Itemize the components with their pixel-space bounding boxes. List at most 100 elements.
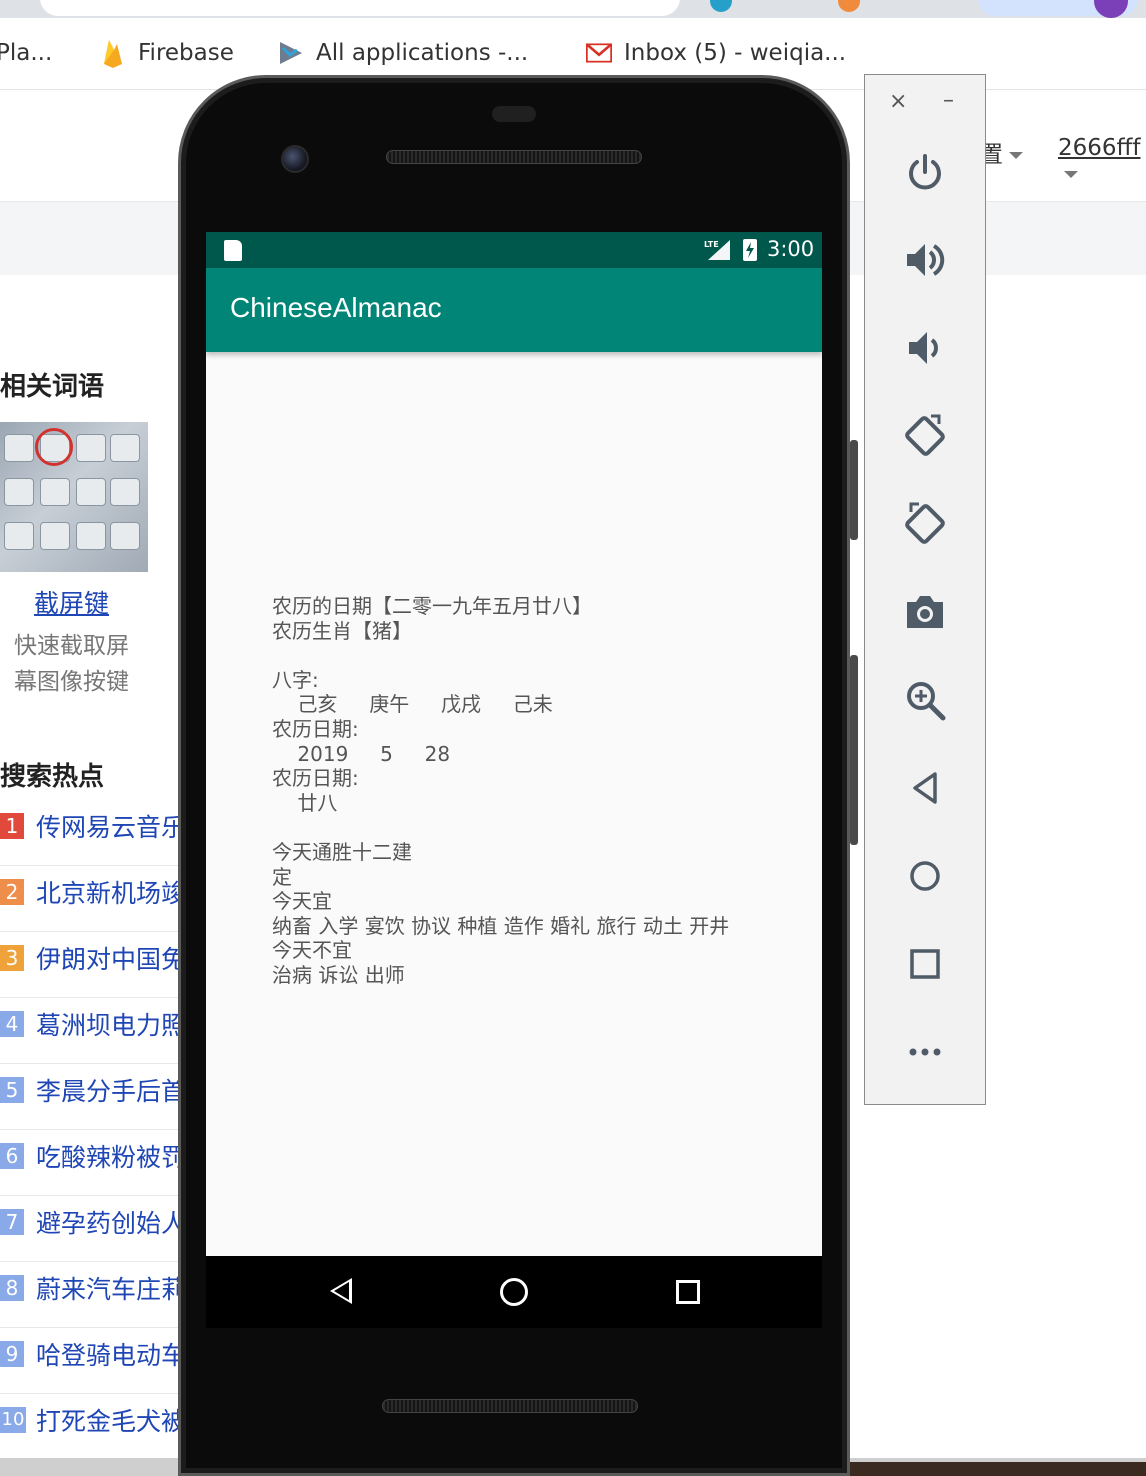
rotate-left-button[interactable] xyxy=(900,411,950,461)
app-title: ChineseAlmanac xyxy=(230,292,442,323)
bookmark-play[interactable]: Pla... xyxy=(0,38,52,68)
back-button[interactable] xyxy=(900,763,950,813)
list-item[interactable]: 10 打死金毛犬被 xyxy=(0,1394,186,1460)
chevron-down-icon xyxy=(1064,171,1078,178)
list-item[interactable]: 7 避孕药创始人 xyxy=(0,1196,186,1262)
bookmark-inbox[interactable]: Inbox (5) - weiqia... xyxy=(586,38,846,68)
sd-card-icon xyxy=(224,240,242,261)
overview-icon xyxy=(910,949,940,979)
home-button[interactable] xyxy=(900,851,950,901)
list-item[interactable]: 2 北京新机场竣 xyxy=(0,866,186,932)
status-bar: LTE 3:00 xyxy=(206,232,822,268)
list-item[interactable]: 3 伊朗对中国免 xyxy=(0,932,186,998)
username-label: 2666fff xyxy=(1058,135,1141,161)
nav-overview-icon[interactable] xyxy=(676,1280,700,1304)
almanac-text: 农历的日期【二零一九年五月廿八】 农历生肖【猪】 八字: 己亥 庚午 戊戌 己未… xyxy=(272,594,730,987)
gmail-icon xyxy=(586,40,612,66)
top-speaker xyxy=(386,150,642,164)
firebase-icon xyxy=(100,40,126,68)
bookmark-label: All applications -... xyxy=(316,40,529,66)
related-thumbnail[interactable] xyxy=(0,422,148,572)
overview-button[interactable] xyxy=(900,939,950,989)
home-icon xyxy=(910,861,940,891)
side-button[interactable] xyxy=(850,440,858,540)
bookmark-firebase[interactable]: Firebase xyxy=(100,38,234,68)
list-item[interactable]: 5 李晨分手后首 xyxy=(0,1064,186,1130)
volume-up-icon xyxy=(907,244,945,276)
list-item[interactable]: 4 葛洲坝电力照 xyxy=(0,998,186,1064)
power-icon xyxy=(909,154,941,190)
signal-lte-icon: LTE xyxy=(704,240,730,260)
rotate-right-button[interactable] xyxy=(900,499,950,549)
rank-badge: 2 xyxy=(0,879,24,905)
desktop-edge xyxy=(830,1462,1146,1476)
more-icon xyxy=(909,1048,941,1056)
rotate-left-icon xyxy=(905,414,945,456)
rotate-right-icon xyxy=(905,502,945,544)
front-camera xyxy=(281,145,309,173)
device-screen[interactable]: LTE 3:00 ChineseAlmanac 农历的日期【二零一九年五月廿八】… xyxy=(206,232,822,1256)
extension-icon[interactable] xyxy=(710,0,732,12)
related-item-desc: 快速截取屏幕图像按键 xyxy=(14,633,129,695)
hot-item-text: 吃酸辣粉被罚 xyxy=(36,1143,187,1172)
side-button[interactable] xyxy=(850,655,858,845)
settings-link[interactable]: 置 xyxy=(980,135,1023,169)
bookmark-label: Firebase xyxy=(138,40,234,66)
rank-badge: 10 xyxy=(0,1407,26,1433)
zoom-icon xyxy=(907,682,946,721)
volume-up-button[interactable] xyxy=(900,235,950,285)
related-item-link[interactable]: 截屏键 xyxy=(34,584,109,620)
rank-badge: 5 xyxy=(0,1077,24,1103)
list-item[interactable]: 9 哈登骑电动车 xyxy=(0,1328,186,1394)
hot-item-text: 李晨分手后首 xyxy=(36,1077,187,1106)
rank-badge: 6 xyxy=(0,1143,24,1169)
rank-badge: 4 xyxy=(0,1011,24,1037)
minimize-icon[interactable]: – xyxy=(943,88,954,113)
volume-down-button[interactable] xyxy=(900,323,950,373)
hot-item-text: 北京新机场竣 xyxy=(36,879,187,908)
status-time: 3:00 xyxy=(767,237,815,261)
earpiece xyxy=(492,106,536,122)
close-icon[interactable]: × xyxy=(889,89,907,114)
hot-item-text: 避孕药创始人 xyxy=(36,1209,187,1238)
rank-badge: 8 xyxy=(0,1275,24,1301)
rank-badge: 3 xyxy=(0,945,24,971)
hot-item-text: 葛洲坝电力照 xyxy=(36,1011,187,1040)
screenshot-button[interactable] xyxy=(900,587,950,637)
android-nav-bar xyxy=(206,1256,822,1328)
camera-icon xyxy=(907,596,943,628)
bottom-speaker xyxy=(382,1399,638,1413)
browser-tab-strip xyxy=(0,0,1146,18)
zoom-button[interactable] xyxy=(900,675,950,725)
bookmark-label: Pla... xyxy=(0,40,53,66)
active-tab[interactable] xyxy=(40,0,680,16)
power-button[interactable] xyxy=(900,147,950,197)
emulator-toolbar: × – xyxy=(864,74,986,1105)
chevron-down-icon xyxy=(1009,152,1023,159)
rank-badge: 9 xyxy=(0,1341,24,1367)
username-link[interactable]: 2666fff xyxy=(1058,135,1146,187)
list-item[interactable]: 1 传网易云音乐 xyxy=(0,800,186,866)
bookmark-label: Inbox (5) - weiqia... xyxy=(624,40,847,66)
hot-item-text: 传网易云音乐 xyxy=(36,813,187,842)
rank-badge: 1 xyxy=(0,813,24,839)
volume-down-icon xyxy=(909,332,938,364)
battery-icon xyxy=(743,239,757,261)
app-bar: ChineseAlmanac xyxy=(206,268,822,352)
nav-back-icon-inner xyxy=(334,1282,349,1300)
rank-badge: 7 xyxy=(0,1209,24,1235)
list-item[interactable]: 6 吃酸辣粉被罚 xyxy=(0,1130,186,1196)
more-button[interactable] xyxy=(900,1027,950,1077)
hot-section-title: 搜索热点 xyxy=(0,762,105,792)
play-console-icon xyxy=(278,40,304,66)
svg-text:LTE: LTE xyxy=(704,240,719,249)
hot-item-text: 蔚来汽车庄莉 xyxy=(36,1275,187,1304)
list-item[interactable]: 8 蔚来汽车庄莉 xyxy=(0,1262,186,1328)
bookmark-all-applications[interactable]: All applications -... xyxy=(278,38,528,68)
extension-icon[interactable] xyxy=(838,0,860,12)
nav-home-icon[interactable] xyxy=(500,1278,528,1306)
related-section-title: 相关词语 xyxy=(0,372,105,402)
hot-item-text: 哈登骑电动车 xyxy=(36,1341,187,1370)
hot-item-text: 伊朗对中国免 xyxy=(36,945,187,974)
hot-item-text: 打死金毛犬被 xyxy=(36,1407,187,1436)
